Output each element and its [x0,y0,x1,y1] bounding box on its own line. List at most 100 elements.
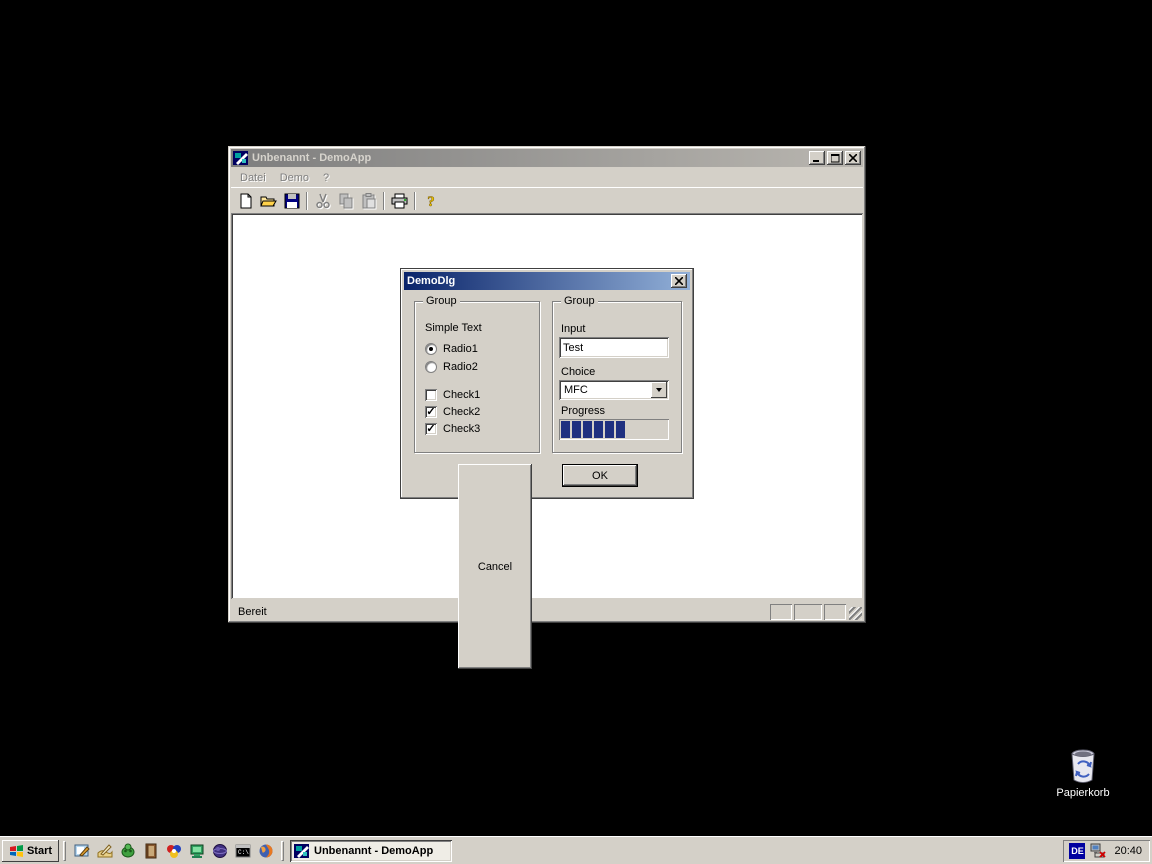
check3-label: Check3 [443,423,480,435]
new-document-icon [238,193,254,209]
right-groupbox-label: Group [561,295,598,307]
check2-label: Check2 [443,406,480,418]
menu-demo[interactable]: Demo [273,170,316,186]
taskbar-app-label: Unbenannt - DemoApp [314,845,433,857]
green-computer-icon [189,843,205,859]
quicklaunch-bug-button[interactable] [116,840,139,862]
new-document-button[interactable] [234,190,257,212]
check3-box[interactable]: ✓ [425,423,437,435]
copy-button[interactable] [334,190,357,212]
quicklaunch-command-prompt-button[interactable]: C:\ [231,840,254,862]
quicklaunch-purple-globe-button[interactable] [208,840,231,862]
close-icon [849,154,857,162]
desktop: Unbenannt - DemoApp Datei Demo ? [0,0,1152,864]
quicklaunch-firefox-button[interactable] [254,840,277,862]
show-desktop-icon [74,843,90,859]
print-button[interactable] [388,190,411,212]
tray-clock[interactable]: 20:40 [1112,845,1142,857]
taskbar-app-button[interactable]: Unbenannt - DemoApp [290,840,452,862]
status-pane [770,604,792,620]
system-tray: DE 20:40 [1063,840,1150,862]
left-groupbox: Group Simple Text Radio1 Radio2 ✓ Check1… [414,301,540,453]
quicklaunch-visual-studio-button[interactable] [162,840,185,862]
bug-icon [120,843,136,859]
dialog-titlebar[interactable]: DemoDlg [404,272,690,290]
app-titlebar[interactable]: Unbenannt - DemoApp [231,149,863,167]
book-icon [143,843,159,859]
recycle-bin-label: Papierkorb [1048,787,1118,799]
quicklaunch-show-desktop-button[interactable] [70,840,93,862]
maximize-button[interactable] [827,151,843,165]
check2-control[interactable]: ✓ Check2 [425,406,480,418]
dialog-body: Group Simple Text Radio1 Radio2 ✓ Check1… [404,290,690,495]
check1-box[interactable]: ✓ [425,389,437,401]
choice-value: MFC [559,384,651,396]
check-mark-icon: ✓ [426,424,435,434]
help-icon: ? [425,193,437,209]
demo-dialog: DemoDlg Group Simple Text Radio1 Radio2 [400,268,694,499]
ok-button[interactable]: OK [562,464,638,487]
check2-box[interactable]: ✓ [425,406,437,418]
maximize-icon [831,154,840,163]
copy-icon [338,193,354,209]
save-button[interactable] [280,190,303,212]
radio-dot [429,347,433,351]
minimize-icon [813,154,821,162]
close-icon [675,277,683,285]
svg-text:C:\: C:\ [238,849,249,856]
toolbar-separator [414,192,416,210]
quicklaunch-pen-pad-button[interactable] [93,840,116,862]
radio2-circle[interactable] [425,361,437,373]
recycle-bin-shortcut[interactable]: Papierkorb [1048,748,1118,799]
caption-buttons [809,151,861,165]
paste-button[interactable] [357,190,380,212]
command-prompt-icon: C:\ [235,843,251,859]
quicklaunch-book-button[interactable] [139,840,162,862]
window-title: Unbenannt - DemoApp [252,152,806,164]
combo-dropdown-button[interactable] [651,382,667,398]
cut-button[interactable] [311,190,334,212]
resize-grip[interactable] [849,607,862,620]
check1-control[interactable]: ✓ Check1 [425,389,480,401]
ok-button-label: OK [592,470,608,482]
paste-icon [361,193,377,209]
taskbar: Start [0,836,1152,864]
input-field[interactable] [559,337,669,358]
menu-datei[interactable]: Datei [233,170,273,186]
choice-combobox[interactable]: MFC [559,380,669,400]
cut-icon [316,193,330,209]
status-pane [794,604,822,620]
input-label: Input [561,323,585,335]
toolbar-separator [383,192,385,210]
minimize-button[interactable] [809,151,825,165]
taskbar-handle[interactable] [281,841,284,861]
network-disconnected-icon[interactable] [1090,843,1107,859]
radio2-label: Radio2 [443,361,478,373]
check1-label: Check1 [443,389,480,401]
open-folder-button[interactable] [257,190,280,212]
statusbar: Bereit [231,602,863,620]
language-indicator[interactable]: DE [1069,843,1085,859]
dialog-close-button[interactable] [671,274,687,288]
menubar: Datei Demo ? [231,168,863,187]
radio2-control[interactable]: Radio2 [425,361,478,373]
cancel-button[interactable]: Cancel [458,464,532,669]
toolbar: ? [231,187,863,213]
menu-help[interactable]: ? [316,170,336,186]
taskbar-handle[interactable] [63,841,66,861]
quicklaunch-green-computer-button[interactable] [185,840,208,862]
chevron-down-icon [656,388,662,392]
close-button[interactable] [845,151,861,165]
cancel-button-label: Cancel [478,561,512,573]
start-button[interactable]: Start [2,840,59,862]
dialog-title: DemoDlg [407,275,671,287]
help-button[interactable]: ? [419,190,442,212]
recycle-bin-icon [1066,748,1100,784]
radio1-control[interactable]: Radio1 [425,343,478,355]
progress-fill [561,421,627,438]
app-icon [233,150,249,166]
check3-control[interactable]: ✓ Check3 [425,423,480,435]
choice-label: Choice [561,366,595,378]
firefox-icon [258,843,274,859]
radio1-circle[interactable] [425,343,437,355]
